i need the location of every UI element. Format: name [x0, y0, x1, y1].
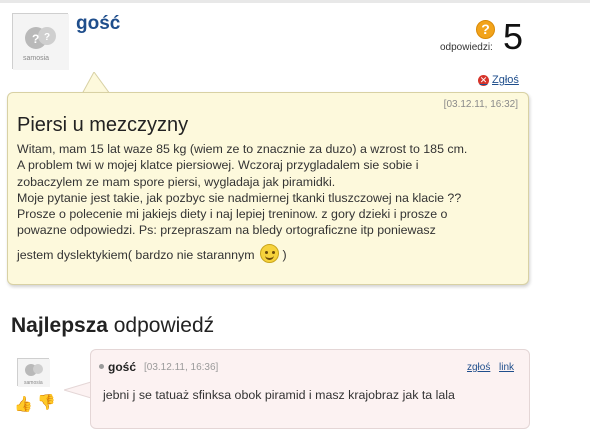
question-body-tail: ): [282, 247, 287, 262]
question-body-line: Witam, mam 15 lat waze 85 kg (wiem ze to…: [17, 142, 468, 156]
top-strip: [0, 0, 590, 3]
answer-bullet-icon: [99, 364, 104, 369]
question-bubble: [03.12.11, 16:32] Piersi u mezczyzny Wit…: [7, 92, 529, 285]
question-date: [03.12.11, 16:32]: [443, 99, 518, 110]
question-body-line: A problem twi w mojej klatce piersiowej.…: [17, 158, 419, 173]
question-body-line: Moje pytanie jest takie, jak pozbyc sie …: [17, 190, 462, 205]
best-answer-bubble: gość [03.12.11, 16:36] zgłoś link jebni …: [90, 349, 530, 429]
best-answer-heading-rest: odpowiedź: [107, 314, 215, 337]
answer-date: [03.12.11, 16:36]: [144, 362, 219, 373]
question-body-line: jestem dyslektykiem( bardzo nie staranny…: [17, 247, 255, 262]
answer-author-avatar[interactable]: samosia: [17, 358, 50, 387]
question-author-avatar[interactable]: ? ? samosia: [12, 13, 69, 70]
answers-count-value: 5: [503, 16, 524, 57]
question-body-line: Prosze o polecenie mi jakiejs diety i na…: [17, 207, 448, 222]
answer-bubble-tail: [64, 381, 92, 399]
question-body-line: powazne odpowiedzi. Ps: przepraszam na b…: [17, 223, 436, 238]
svg-text:samosia: samosia: [24, 380, 43, 386]
answer-text: jebni j se tatuaż sfinksa obok piramid i…: [103, 388, 455, 402]
avatar-logo-icon: samosia: [18, 359, 50, 387]
svg-text:?: ?: [44, 32, 50, 43]
answer-permalink[interactable]: link: [499, 362, 514, 373]
thumbs-down-icon[interactable]: 👎: [37, 393, 56, 411]
question-mark-badge-icon: ?: [476, 20, 495, 39]
avatar-logo-icon: ? ? samosia: [13, 14, 69, 70]
question-title: Piersi u mezczyzny: [17, 114, 189, 136]
report-question-link[interactable]: ✕ Zgłoś: [478, 74, 519, 86]
report-answer-link[interactable]: zgłoś: [467, 362, 490, 373]
svg-text:samosia: samosia: [23, 55, 49, 62]
question-author-name[interactable]: gość: [76, 13, 120, 35]
smiley-emoticon-icon: [260, 243, 280, 263]
best-answer-heading-bold: Najlepsza: [11, 314, 108, 337]
best-answer-heading: Najlepsza odpowiedź: [11, 314, 214, 338]
thumbs-up-icon[interactable]: 👍: [14, 395, 33, 413]
report-question-label: Zgłoś: [492, 74, 519, 86]
answer-author-name[interactable]: gość: [108, 360, 136, 374]
report-x-icon: ✕: [478, 74, 489, 86]
svg-text:?: ?: [32, 32, 39, 46]
question-body-last-line: jestem dyslektykiem( bardzo nie staranny…: [17, 243, 522, 263]
answers-count-label: odpowiedzi:: [440, 42, 493, 53]
question-body-line: zobaczylem ze mam spore piersi, wygladaj…: [17, 174, 336, 189]
question-bubble-tail: [80, 72, 114, 94]
question-body: Witam, mam 15 lat waze 85 kg (wiem ze to…: [17, 141, 522, 263]
